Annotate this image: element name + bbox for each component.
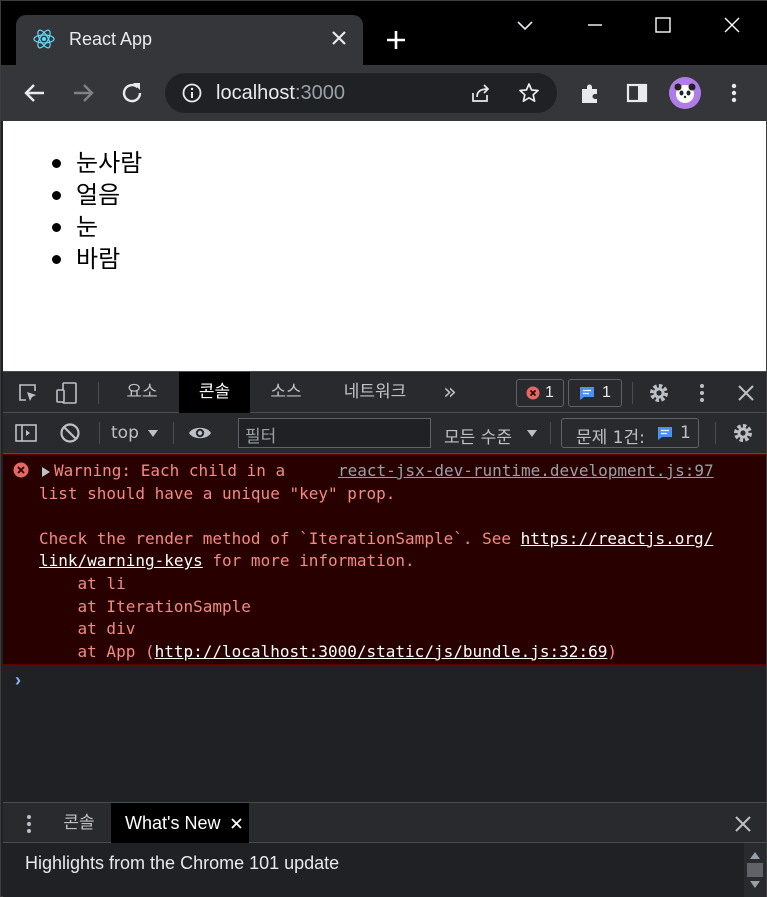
close-tab-icon[interactable] — [328, 27, 350, 49]
chevron-down-icon — [148, 430, 158, 437]
profile-avatar[interactable] — [669, 77, 701, 109]
live-expression-eye-icon[interactable] — [188, 421, 212, 445]
scroll-thumb[interactable] — [747, 863, 763, 877]
divider — [632, 382, 633, 404]
customize-menu-icon[interactable] — [690, 381, 714, 405]
device-toolbar-icon[interactable] — [55, 381, 79, 405]
maximize-icon[interactable] — [651, 13, 675, 37]
whats-new-panel: Highlights from the Chrome 101 update — [3, 843, 766, 897]
url-text[interactable]: localhost:3000 — [216, 82, 345, 105]
browser-window: React App localhost:3000 눈사람 얼음 눈 바람 요소 … — [0, 0, 767, 897]
reactjs-warning-link[interactable]: https://reactjs.org/ — [521, 529, 714, 548]
list-item: 눈사람 — [36, 147, 142, 179]
scroll-up-icon[interactable] — [749, 851, 761, 860]
devtools-tab-bar: 요소 콘솔 소스 네트워크 » 1 1 — [3, 371, 766, 413]
drawer-tab-console[interactable]: 콘솔 — [50, 803, 108, 844]
drawer-tab-bar: 콘솔 What's New — [3, 802, 766, 844]
sidebar-toggle-icon[interactable] — [14, 421, 38, 445]
share-icon[interactable] — [469, 81, 493, 105]
back-arrow-icon[interactable] — [21, 79, 49, 107]
list-item: 눈 — [36, 211, 142, 243]
error-text: Warning: Each child in a list should hav… — [39, 461, 714, 661]
tab-title: React App — [69, 29, 153, 49]
reactjs-warning-link[interactable]: link/warning-keys — [39, 551, 203, 570]
console-error-message: Warning: Each child in a list should hav… — [3, 454, 766, 665]
context-selector[interactable]: top — [111, 423, 139, 443]
item-list: 눈사람 얼음 눈 바람 — [36, 147, 142, 275]
divider — [99, 422, 100, 444]
tab-elements[interactable]: 요소 — [110, 372, 174, 413]
clear-console-icon[interactable] — [58, 421, 82, 445]
page-viewport: 눈사람 얼음 눈 바람 — [3, 121, 766, 371]
browser-tab[interactable]: React App — [16, 15, 363, 65]
site-info-icon[interactable] — [181, 82, 203, 104]
log-levels-dropdown[interactable]: 모든 수준 — [444, 423, 512, 448]
issue-message-icon — [658, 427, 672, 440]
minimize-icon[interactable] — [583, 13, 607, 37]
close-window-icon[interactable] — [720, 13, 744, 37]
divider — [715, 422, 716, 444]
message-count-badge[interactable]: 1 — [568, 379, 622, 407]
react-logo-icon — [33, 29, 55, 49]
settings-gear-icon[interactable] — [647, 381, 671, 405]
tab-search-icon[interactable] — [513, 13, 537, 37]
address-bar[interactable]: localhost:3000 — [165, 73, 557, 113]
message-icon — [580, 387, 594, 400]
scrollbar[interactable] — [744, 843, 766, 897]
whats-new-headline: Highlights from the Chrome 101 update — [25, 853, 340, 873]
divider — [98, 382, 99, 404]
title-bar: React App — [1, 1, 767, 65]
drawer-menu-icon[interactable] — [17, 812, 41, 836]
side-panel-icon[interactable] — [623, 79, 651, 107]
list-item: 바람 — [36, 243, 142, 275]
console-toolbar: top 필터 모든 수준 문제 1건: 1 — [3, 413, 766, 454]
console-settings-gear-icon[interactable] — [731, 421, 755, 445]
new-tab-icon[interactable] — [382, 26, 410, 54]
divider — [550, 422, 551, 444]
close-devtools-icon[interactable] — [734, 381, 758, 405]
scroll-down-icon[interactable] — [749, 880, 761, 889]
close-drawer-icon[interactable] — [731, 812, 755, 836]
browser-toolbar: localhost:3000 — [1, 65, 767, 121]
inspect-element-icon[interactable] — [16, 381, 40, 405]
more-menu-icon[interactable] — [720, 79, 748, 107]
source-location-link[interactable]: react-jsx-dev-runtime.development.js:97 — [338, 460, 714, 483]
bundle-source-link[interactable]: http://localhost:3000/static/js/bundle.j… — [155, 642, 608, 661]
chevron-down-icon — [527, 430, 537, 437]
divider — [173, 422, 174, 444]
tab-network[interactable]: 네트워크 — [328, 372, 422, 413]
reload-icon[interactable] — [118, 79, 146, 107]
filter-input[interactable]: 필터 — [238, 418, 431, 448]
more-tabs-button[interactable]: » — [435, 372, 465, 413]
extensions-puzzle-icon[interactable] — [576, 79, 604, 107]
error-count-badge[interactable]: 1 — [516, 379, 564, 407]
tab-sources[interactable]: 소스 — [254, 372, 318, 413]
bookmark-star-icon[interactable] — [517, 81, 541, 105]
drawer-tab-whats-new[interactable]: What's New — [111, 803, 249, 844]
list-item: 얼음 — [36, 179, 142, 211]
console-input-area[interactable]: › — [3, 666, 766, 802]
forward-arrow-icon[interactable] — [69, 79, 97, 107]
error-icon — [13, 462, 29, 478]
error-icon — [526, 386, 540, 400]
issues-button[interactable]: 문제 1건: 1 — [561, 418, 699, 448]
tab-console[interactable]: 콘솔 — [179, 372, 250, 413]
panda-avatar-icon — [674, 83, 696, 103]
console-prompt-icon: › — [15, 670, 21, 690]
close-tab-icon[interactable] — [231, 818, 242, 829]
